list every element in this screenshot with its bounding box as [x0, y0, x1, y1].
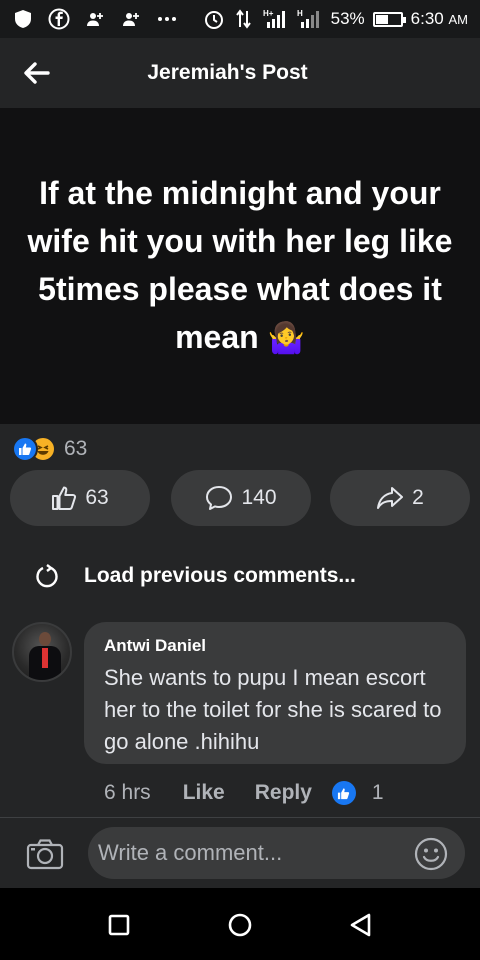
comment-reply-button[interactable]: Reply [255, 781, 312, 805]
comment-bubble[interactable]: Antwi Daniel She wants to pupu I mean es… [84, 622, 466, 764]
signal-icon: H [297, 8, 323, 30]
comment-author[interactable]: Antwi Daniel [104, 636, 446, 656]
commenter-avatar[interactable] [12, 622, 72, 682]
reactions-summary[interactable]: 63 [12, 432, 87, 466]
refresh-icon [36, 564, 58, 588]
post-text: If at the midnight and your wife hit you… [27, 175, 453, 355]
camera-icon [26, 839, 64, 870]
person-add-icon [84, 8, 106, 30]
post-actions: 63 140 2 [0, 470, 480, 526]
comment-like-button[interactable]: Like [183, 781, 225, 805]
page-title: Jeremiah's Post [147, 61, 308, 84]
arrow-left-icon [24, 62, 50, 84]
smiley-icon [414, 837, 448, 871]
more-dots-icon [156, 8, 178, 30]
comment-text: She wants to pupu I mean escort her to t… [104, 665, 442, 754]
like-button[interactable]: 63 [10, 470, 150, 526]
comment-composer [0, 818, 480, 888]
battery-icon [372, 11, 406, 27]
emoji-button[interactable] [414, 837, 448, 871]
svg-text:H+: H+ [263, 9, 274, 18]
share-button[interactable]: 2 [330, 470, 470, 526]
like-reaction-icon [12, 436, 38, 462]
battery-fill [375, 14, 389, 24]
like-reaction-icon [331, 781, 356, 805]
load-previous-comments[interactable]: Load previous comments... [34, 560, 356, 592]
comment-button[interactable]: 140 [171, 470, 311, 526]
comment-time: 6 hrs [104, 781, 151, 804]
post-content: If at the midnight and your wife hit you… [0, 108, 480, 424]
signal-icon: H+ [263, 8, 289, 30]
home-button[interactable] [227, 912, 253, 938]
facebook-icon [48, 8, 70, 30]
comment-reaction-count[interactable]: 1 [372, 781, 384, 805]
shrug-emoji: 🤷‍♀️ [267, 322, 305, 355]
like-count: 63 [85, 486, 109, 509]
back-button[interactable] [20, 56, 54, 90]
shield-icon [12, 8, 34, 30]
avatar-figure-head [39, 632, 51, 646]
comment-count: 140 [241, 486, 277, 509]
circle-icon [228, 913, 252, 937]
svg-text:H: H [297, 9, 303, 18]
thumbs-up-icon [52, 486, 77, 510]
person-add-icon [120, 8, 142, 30]
triangle-back-icon [350, 913, 371, 937]
data-transfer-icon [233, 8, 255, 30]
alarm-icon [203, 8, 225, 30]
system-navigation-bar [0, 888, 480, 960]
battery-percentage: 53% [330, 9, 365, 28]
comment-meta: 6 hrs Like Reply 1 [104, 776, 384, 810]
clock: 6:30 AM [410, 9, 468, 28]
system-back-button[interactable] [348, 912, 374, 938]
top-app-bar: Jeremiah's Post [0, 38, 480, 108]
comment-input[interactable] [88, 827, 465, 879]
camera-button[interactable] [26, 838, 64, 870]
load-previous-label: Load previous comments... [84, 564, 356, 587]
reaction-count: 63 [64, 437, 88, 460]
square-icon [108, 914, 130, 936]
recent-apps-button[interactable] [106, 912, 132, 938]
share-count: 2 [412, 486, 424, 509]
share-arrow-icon [377, 487, 404, 509]
comment-bubble-icon [206, 486, 233, 510]
status-bar: H+ H 53% 6:30 AM [0, 0, 480, 38]
avatar-figure-tie [42, 648, 48, 668]
